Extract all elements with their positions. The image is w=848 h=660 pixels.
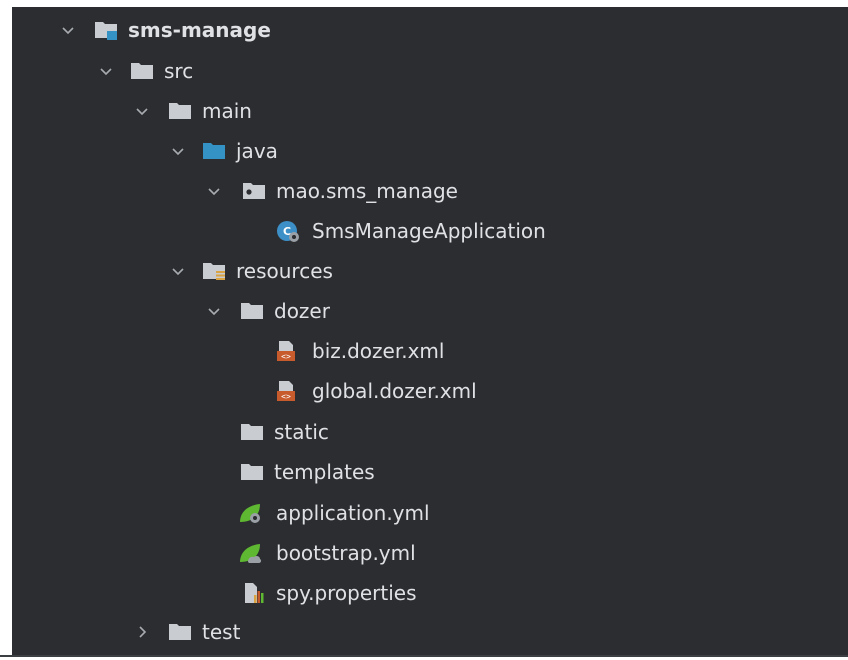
divider (0, 655, 848, 657)
tree-node-biz-xml[interactable]: <> biz.dozer.xml (12, 331, 848, 371)
chevron-down-icon[interactable] (98, 63, 114, 79)
package-icon (243, 183, 265, 199)
tree-node-label: bootstrap.yml (276, 541, 416, 565)
tree-node-label: sms-manage (128, 18, 271, 42)
tree-node-resources[interactable]: resources (12, 251, 848, 291)
tree-node-label: SmsManageApplication (312, 219, 546, 243)
tree-node-application-yml[interactable]: application.yml (12, 493, 848, 533)
tree-node-sms-manage[interactable]: sms-manage (12, 10, 848, 50)
properties-file-icon (245, 583, 264, 603)
chevron-down-icon[interactable] (134, 103, 150, 119)
tree-node-templates[interactable]: templates (12, 452, 848, 492)
tree-node-app-class[interactable]: C SmsManageApplication (12, 211, 848, 251)
tree-node-bootstrap-yml[interactable]: bootstrap.yml (12, 533, 848, 573)
tree-node-label: global.dozer.xml (312, 379, 477, 403)
tree-node-label: application.yml (276, 501, 430, 525)
folder-icon (131, 63, 153, 79)
spring-bootstrap-icon (240, 544, 262, 563)
folder-icon (169, 103, 191, 119)
tree-node-label: templates (274, 460, 375, 484)
folder-icon (241, 464, 263, 480)
project-tree-panel: sms-manage src main java mao.sms_manage (12, 7, 848, 656)
svg-text:<>: <> (281, 392, 291, 401)
folder-icon (241, 424, 263, 440)
tree-node-global-xml[interactable]: <> global.dozer.xml (12, 371, 848, 411)
tree-node-spy-properties[interactable]: spy.properties (12, 573, 848, 613)
svg-text:<>: <> (281, 352, 291, 361)
tree-node-src[interactable]: src (12, 51, 848, 91)
chevron-down-icon[interactable] (206, 303, 222, 319)
spring-config-icon (240, 504, 260, 523)
source-folder-icon (203, 143, 225, 159)
tree-node-test[interactable]: test (12, 612, 848, 652)
chevron-down-icon[interactable] (206, 183, 222, 199)
tree-node-label: mao.sms_manage (276, 179, 458, 203)
tree-node-label: java (236, 139, 278, 163)
chevron-down-icon[interactable] (170, 143, 186, 159)
folder-icon (169, 624, 191, 640)
tree-node-label: main (202, 99, 252, 123)
tree-node-label: src (164, 59, 194, 83)
tree-node-dozer[interactable]: dozer (12, 291, 848, 331)
tree-node-label: static (274, 420, 329, 444)
tree-node-label: dozer (274, 299, 330, 323)
tree-node-package[interactable]: mao.sms_manage (12, 171, 848, 211)
xml-file-icon: <> (277, 381, 295, 401)
spring-boot-class-icon: C (277, 221, 299, 242)
resources-folder-icon (203, 263, 225, 280)
xml-file-icon: <> (277, 341, 295, 361)
tree-node-label: spy.properties (276, 581, 417, 605)
chevron-down-icon[interactable] (60, 22, 76, 38)
tree-node-label: test (202, 620, 241, 644)
tree-node-static[interactable]: static (12, 412, 848, 452)
folder-icon (241, 303, 263, 319)
chevron-right-icon[interactable] (134, 624, 150, 640)
tree-node-label: resources (236, 259, 333, 283)
tree-node-label: biz.dozer.xml (312, 339, 445, 363)
tree-node-main[interactable]: main (12, 91, 848, 131)
chevron-down-icon[interactable] (170, 263, 186, 279)
tree-node-java[interactable]: java (12, 131, 848, 171)
module-folder-icon (95, 22, 117, 40)
